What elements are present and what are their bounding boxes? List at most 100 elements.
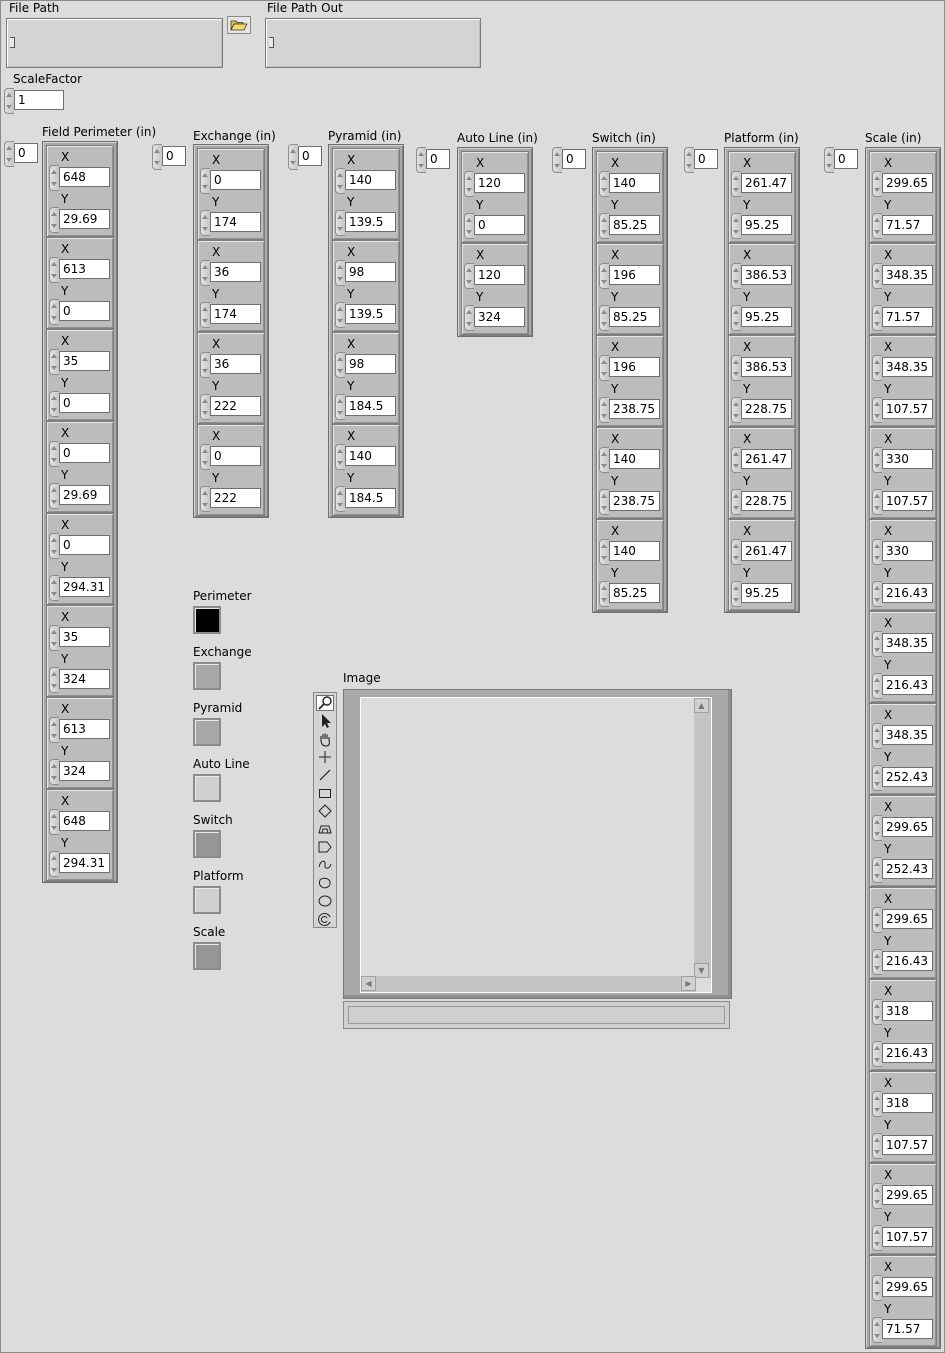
- polygon-icon[interactable]: [316, 839, 334, 855]
- y-stepper[interactable]: [731, 305, 741, 331]
- y-stepper[interactable]: [872, 397, 882, 423]
- y-stepper[interactable]: [872, 581, 882, 607]
- x-input[interactable]: 120: [474, 173, 525, 193]
- y-stepper[interactable]: [200, 394, 210, 420]
- x-input[interactable]: 613: [59, 259, 110, 279]
- auto-line-in-index-input[interactable]: 0: [426, 149, 450, 169]
- y-input[interactable]: 324: [59, 669, 110, 689]
- switch-in-index-stepper[interactable]: [552, 147, 562, 173]
- exchange-in-index-stepper[interactable]: [152, 144, 162, 170]
- y-stepper[interactable]: [731, 489, 741, 515]
- x-stepper[interactable]: [200, 352, 210, 378]
- y-input[interactable]: 107.57: [882, 491, 933, 511]
- y-stepper[interactable]: [872, 949, 882, 975]
- x-input[interactable]: 36: [210, 354, 261, 374]
- x-stepper[interactable]: [49, 625, 59, 651]
- field-perimeter-in-index-stepper[interactable]: [4, 141, 14, 167]
- y-input[interactable]: 216.43: [882, 951, 933, 971]
- x-input[interactable]: 140: [609, 449, 660, 469]
- y-stepper[interactable]: [731, 581, 741, 607]
- switch-in-index-input[interactable]: 0: [562, 149, 586, 169]
- rotated-rectangle-icon[interactable]: [316, 803, 334, 819]
- y-input[interactable]: 139.5: [345, 212, 396, 232]
- y-input[interactable]: 29.69: [59, 209, 110, 229]
- x-input[interactable]: 140: [609, 173, 660, 193]
- y-stepper[interactable]: [872, 1225, 882, 1251]
- x-stepper[interactable]: [731, 539, 741, 565]
- platform-in-index-stepper[interactable]: [684, 147, 694, 173]
- x-stepper[interactable]: [49, 809, 59, 835]
- y-input[interactable]: 222: [210, 488, 261, 508]
- y-stepper[interactable]: [731, 213, 741, 239]
- x-input[interactable]: 318: [882, 1001, 933, 1021]
- switch-color-swatch[interactable]: [193, 830, 221, 858]
- x-input[interactable]: 261.47: [741, 173, 792, 193]
- scroll-up-button[interactable]: ▲: [694, 698, 709, 713]
- x-input[interactable]: 120: [474, 265, 525, 285]
- y-stepper[interactable]: [872, 1317, 882, 1343]
- platform-in-index-input[interactable]: 0: [694, 149, 718, 169]
- x-input[interactable]: 140: [345, 170, 396, 190]
- x-stepper[interactable]: [335, 168, 345, 194]
- y-input[interactable]: 107.57: [882, 399, 933, 419]
- y-stepper[interactable]: [872, 213, 882, 239]
- y-input[interactable]: 71.57: [882, 1319, 933, 1339]
- scale-in-index-stepper[interactable]: [824, 147, 834, 173]
- crosshair-point-icon[interactable]: [316, 749, 334, 765]
- x-input[interactable]: 386.53: [741, 265, 792, 285]
- x-stepper[interactable]: [872, 723, 882, 749]
- x-input[interactable]: 98: [345, 354, 396, 374]
- x-stepper[interactable]: [731, 447, 741, 473]
- x-input[interactable]: 348.35: [882, 633, 933, 653]
- freehand-icon[interactable]: [316, 857, 334, 873]
- x-stepper[interactable]: [49, 533, 59, 559]
- y-stepper[interactable]: [49, 207, 59, 233]
- x-input[interactable]: 330: [882, 449, 933, 469]
- y-stepper[interactable]: [49, 851, 59, 877]
- x-stepper[interactable]: [335, 352, 345, 378]
- x-input[interactable]: 613: [59, 719, 110, 739]
- pyramid-in-index-stepper[interactable]: [288, 144, 298, 170]
- y-stepper[interactable]: [599, 305, 609, 331]
- x-input[interactable]: 36: [210, 262, 261, 282]
- x-input[interactable]: 348.35: [882, 357, 933, 377]
- y-input[interactable]: 294.31: [59, 577, 110, 597]
- x-stepper[interactable]: [872, 907, 882, 933]
- y-input[interactable]: 107.57: [882, 1135, 933, 1155]
- y-input[interactable]: 107.57: [882, 1227, 933, 1247]
- x-input[interactable]: 98: [345, 262, 396, 282]
- y-input[interactable]: 0: [59, 301, 110, 321]
- y-stepper[interactable]: [49, 391, 59, 417]
- y-input[interactable]: 174: [210, 212, 261, 232]
- x-stepper[interactable]: [872, 539, 882, 565]
- y-stepper[interactable]: [49, 759, 59, 785]
- x-stepper[interactable]: [200, 168, 210, 194]
- x-input[interactable]: 0: [59, 443, 110, 463]
- scale-factor-input[interactable]: 1: [14, 90, 64, 110]
- x-stepper[interactable]: [599, 171, 609, 197]
- y-input[interactable]: 85.25: [609, 307, 660, 327]
- y-stepper[interactable]: [335, 210, 345, 236]
- exchange-color-swatch[interactable]: [193, 662, 221, 690]
- x-input[interactable]: 140: [609, 541, 660, 561]
- pointer-icon[interactable]: [316, 713, 334, 729]
- perimeter-color-swatch[interactable]: [193, 606, 221, 634]
- x-stepper[interactable]: [599, 263, 609, 289]
- x-stepper[interactable]: [599, 355, 609, 381]
- field-perimeter-in-index-input[interactable]: 0: [14, 143, 38, 163]
- x-input[interactable]: 348.35: [882, 725, 933, 745]
- y-stepper[interactable]: [599, 397, 609, 423]
- y-input[interactable]: 238.75: [609, 491, 660, 511]
- y-stepper[interactable]: [335, 302, 345, 328]
- x-stepper[interactable]: [464, 263, 474, 289]
- x-stepper[interactable]: [731, 355, 741, 381]
- x-input[interactable]: 0: [210, 446, 261, 466]
- x-stepper[interactable]: [872, 171, 882, 197]
- free-region-icon[interactable]: [316, 875, 334, 891]
- x-stepper[interactable]: [599, 539, 609, 565]
- y-stepper[interactable]: [200, 486, 210, 512]
- x-input[interactable]: 386.53: [741, 357, 792, 377]
- x-stepper[interactable]: [731, 263, 741, 289]
- x-stepper[interactable]: [872, 1275, 882, 1301]
- y-stepper[interactable]: [335, 394, 345, 420]
